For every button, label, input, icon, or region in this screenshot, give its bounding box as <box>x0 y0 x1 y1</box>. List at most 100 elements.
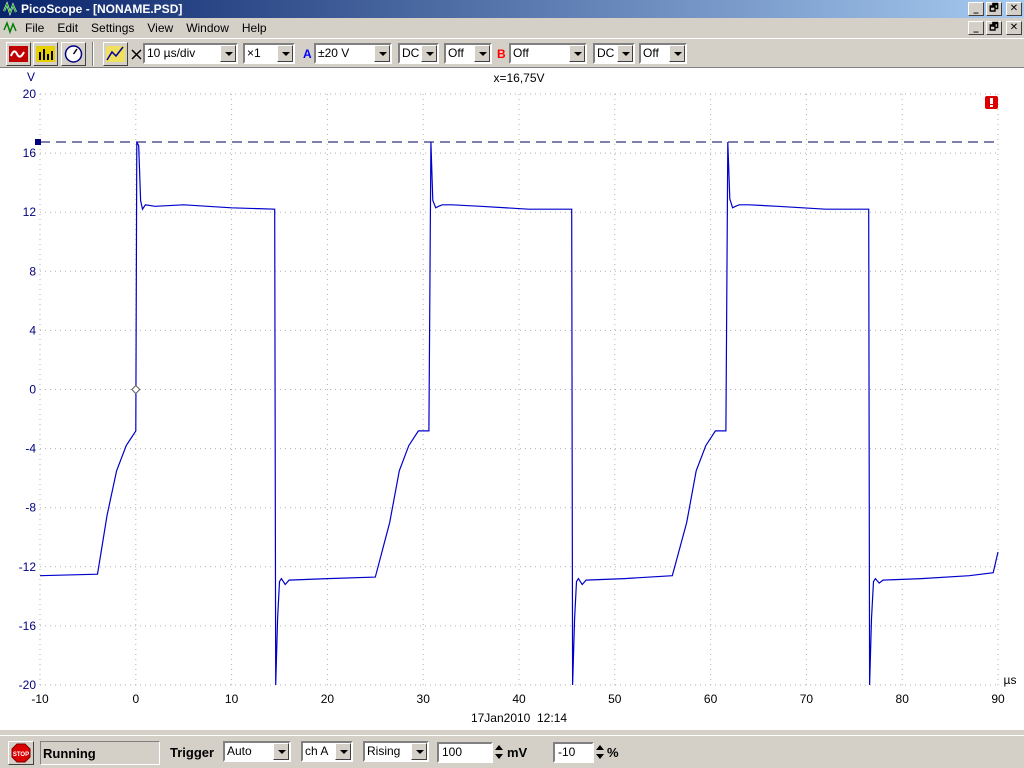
threshold-unit: mV <box>507 745 528 760</box>
ruler-handle[interactable] <box>35 139 41 146</box>
stop-button[interactable]: STOP <box>8 741 34 765</box>
trigger-mode-value: Auto <box>227 744 252 758</box>
channel-b-coupling-value: DC <box>597 46 615 60</box>
y-tick-label: 0 <box>29 383 36 397</box>
ruler-readout: x=16,75V <box>493 71 544 85</box>
menu-window[interactable]: Window <box>186 21 229 35</box>
chevron-down-icon[interactable] <box>273 743 289 760</box>
x-tick-label: 80 <box>896 692 910 706</box>
menu-settings[interactable]: Settings <box>91 21 134 35</box>
chevron-down-icon[interactable] <box>220 45 236 62</box>
toolbar-separator <box>92 42 94 66</box>
chevron-down-icon[interactable] <box>277 45 293 62</box>
scope-view-icon <box>9 46 28 62</box>
x-tick-label: 20 <box>321 692 335 706</box>
scope-plot-area[interactable]: 20 16 12 8 4 0 -4 -8 -12 -16 -20 -10 0 10 20 30 40 50 60 70… <box>0 68 1024 730</box>
spin-down-icon[interactable] <box>495 754 503 759</box>
channel-a-trace <box>39 141 999 686</box>
stop-icon: STOP <box>11 743 31 763</box>
status-bar: STOP Running Trigger Auto ch A Rising 10… <box>0 735 1024 768</box>
y-tick-label: 4 <box>29 323 36 337</box>
meter-view-button[interactable] <box>61 42 86 66</box>
channel-a-coupling-value: DC <box>402 46 420 60</box>
y-tick-label: 8 <box>29 264 36 278</box>
timebase-select[interactable]: 10 µs/div <box>143 43 238 64</box>
x-tick-label: 70 <box>800 692 814 706</box>
y-tick-label: -4 <box>25 442 36 456</box>
channel-a-range-value: ±20 V <box>318 46 350 60</box>
y-axis-unit: V <box>27 70 35 84</box>
doc-restore-button[interactable]: 🗗 <box>986 21 1002 35</box>
chevron-down-icon[interactable] <box>669 45 685 62</box>
menu-edit[interactable]: Edit <box>57 21 78 35</box>
x-axis-unit: µs <box>1004 673 1017 687</box>
chevron-down-icon[interactable] <box>474 45 490 62</box>
chevron-down-icon[interactable] <box>617 45 633 62</box>
title-bar: PicoScope - [NONAME.PSD] _ 🗗 ✕ <box>0 0 1024 18</box>
menu-bar: File Edit Settings View Window Help _ 🗗 … <box>0 18 1024 38</box>
x-tick-label: 90 <box>991 692 1005 706</box>
doc-minimize-button[interactable]: _ <box>968 21 984 35</box>
trigger-mode-select[interactable]: Auto <box>223 741 291 762</box>
channel-b-range-value: Off <box>513 46 529 60</box>
picoscope-app-icon[interactable] <box>3 1 19 17</box>
y-tick-label: -8 <box>25 501 36 515</box>
channel-b-offset-select[interactable]: Off <box>639 43 687 64</box>
y-tick-label: -12 <box>19 560 37 574</box>
chevron-down-icon[interactable] <box>374 45 390 62</box>
trigger-edge-value: Rising <box>367 744 401 758</box>
y-tick-label: -16 <box>19 619 37 633</box>
delay-spinner[interactable] <box>594 742 606 763</box>
magnification-select[interactable]: ×1 <box>243 43 295 64</box>
y-tick-label: 16 <box>23 146 37 160</box>
minimize-button[interactable]: _ <box>968 2 984 16</box>
trigger-channel-select[interactable]: ch A <box>301 741 353 762</box>
stop-label: STOP <box>13 752 29 758</box>
warning-icon[interactable] <box>985 96 998 109</box>
menu-view[interactable]: View <box>147 21 173 35</box>
x-tick-label: 10 <box>225 692 239 706</box>
x-axis-icon <box>131 49 142 60</box>
x-tick-label: 0 <box>132 692 139 706</box>
spin-up-icon[interactable] <box>596 745 604 750</box>
spin-up-icon[interactable] <box>495 745 503 750</box>
spectrum-view-icon <box>36 46 55 62</box>
menu-help[interactable]: Help <box>242 21 267 35</box>
restore-button[interactable]: 🗗 <box>986 2 1002 16</box>
channel-a-offset-select[interactable]: Off <box>444 43 492 64</box>
chevron-down-icon[interactable] <box>411 743 427 760</box>
trigger-channel-value: ch A <box>305 744 329 758</box>
scope-view-button[interactable] <box>6 42 31 66</box>
scope-chart[interactable]: 201612840-4-8-12-16-20-10 0 10 20 30 40 50 60 70… <box>0 68 1024 730</box>
trigger-marker[interactable] <box>131 384 141 395</box>
window-title: PicoScope - [NONAME.PSD] <box>21 2 183 16</box>
chevron-down-icon[interactable] <box>569 45 585 62</box>
chevron-down-icon[interactable] <box>421 45 437 62</box>
new-view-button[interactable] <box>103 42 128 66</box>
meter-view-icon <box>64 45 83 63</box>
x-tick-label: 40 <box>512 692 526 706</box>
close-button[interactable]: ✕ <box>1006 2 1022 16</box>
doc-close-button[interactable]: ✕ <box>1006 21 1022 35</box>
trigger-label: Trigger <box>170 745 215 760</box>
trigger-threshold-input[interactable]: 100 <box>437 742 493 763</box>
spectrum-view-button[interactable] <box>33 42 58 66</box>
x-tick-label: 50 <box>608 692 622 706</box>
chevron-down-icon[interactable] <box>335 743 351 760</box>
run-state: Running <box>40 741 160 765</box>
trigger-delay-input[interactable]: -10 <box>553 742 594 763</box>
spin-down-icon[interactable] <box>596 754 604 759</box>
document-icon[interactable] <box>3 20 19 36</box>
timebase-value: 10 µs/div <box>147 46 196 60</box>
y-tick-label: 12 <box>23 205 37 219</box>
trigger-edge-select[interactable]: Rising <box>363 741 429 762</box>
menu-file[interactable]: File <box>25 21 44 35</box>
channel-b-coupling-select[interactable]: DC <box>593 43 635 64</box>
new-view-icon <box>106 46 125 62</box>
capture-timestamp: 17Jan2010 12:14 <box>471 711 567 725</box>
channel-b-range-select[interactable]: Off <box>509 43 587 64</box>
channel-a-coupling-select[interactable]: DC <box>398 43 439 64</box>
threshold-spinner[interactable] <box>493 742 505 763</box>
channel-a-label: A <box>303 47 312 61</box>
channel-a-range-select[interactable]: ±20 V <box>314 43 392 64</box>
